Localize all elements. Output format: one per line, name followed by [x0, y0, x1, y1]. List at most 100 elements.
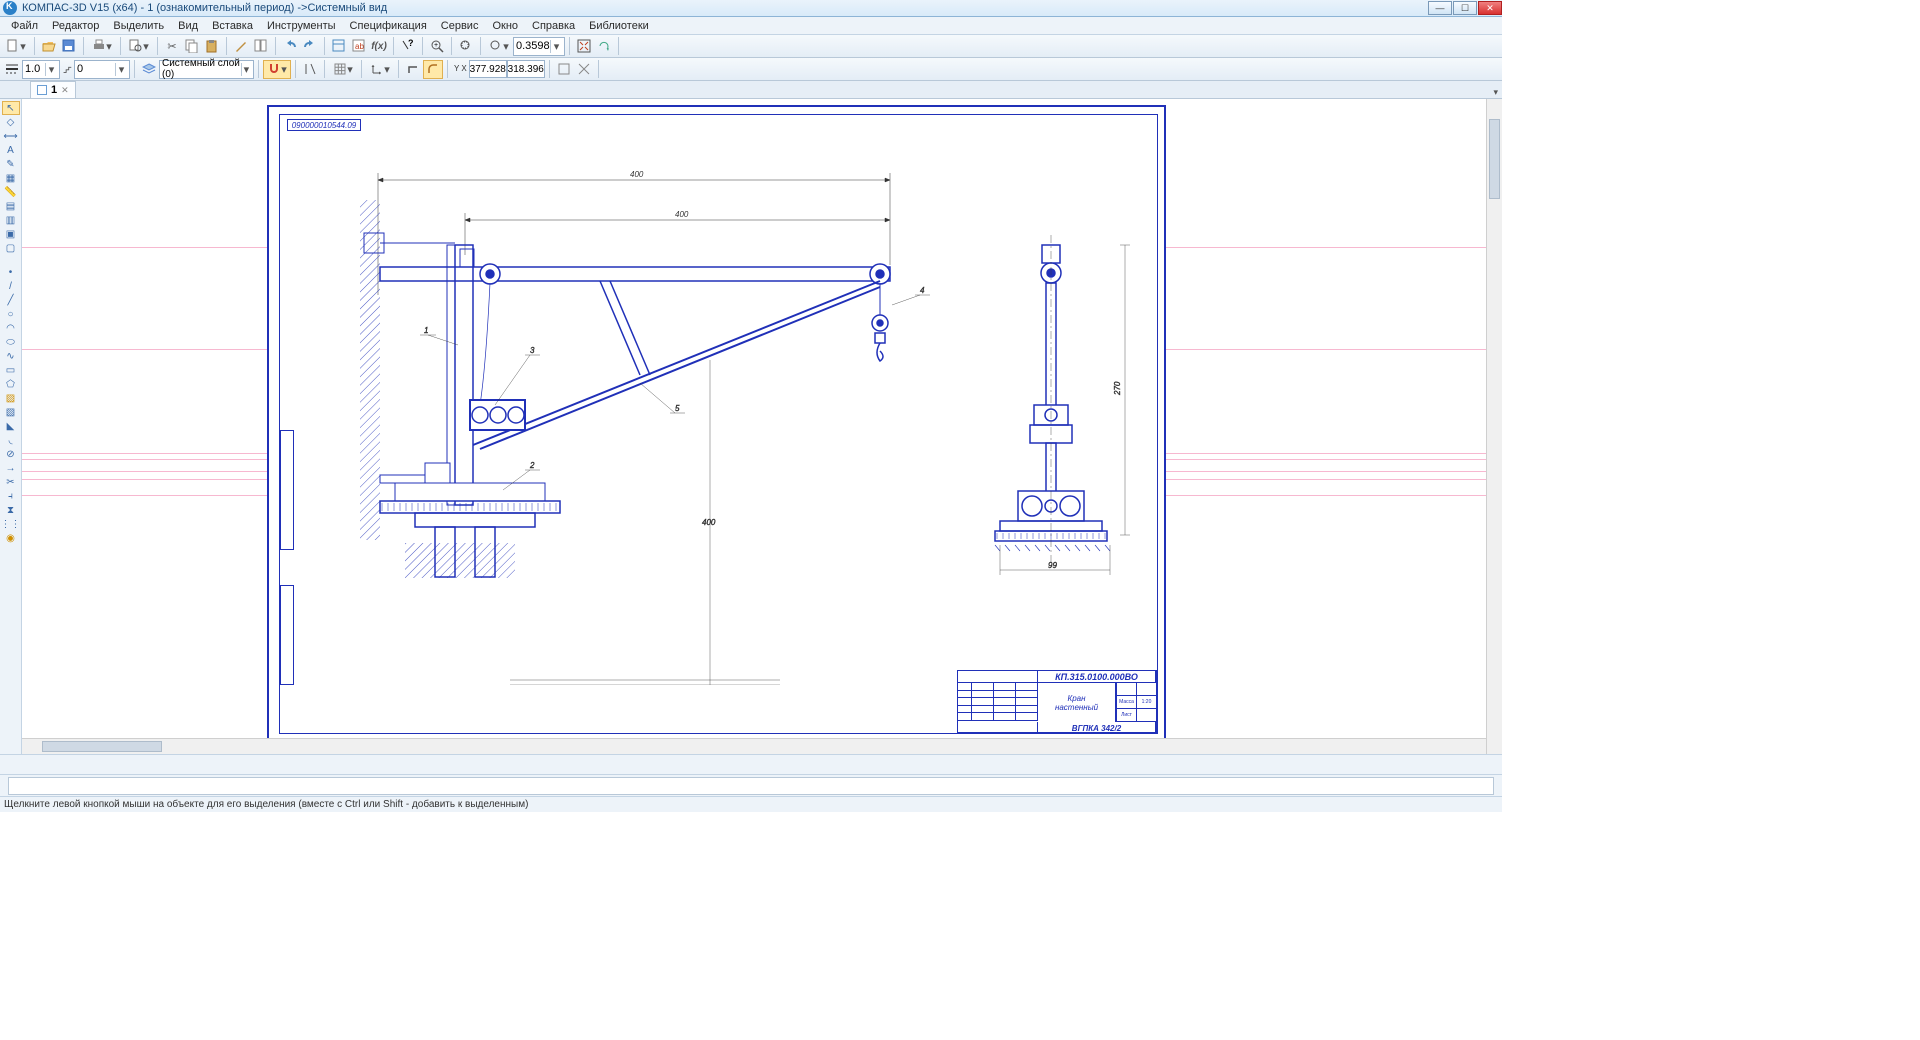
close-button[interactable]: ✕	[1478, 1, 1502, 15]
context-help-button[interactable]: ?	[398, 37, 418, 56]
print-button[interactable]: ▾	[88, 37, 116, 56]
break-tool[interactable]: ⊘	[2, 447, 20, 461]
manager-button[interactable]	[329, 37, 349, 56]
report-tool[interactable]: ▥	[2, 213, 20, 227]
views-tool[interactable]: ▢	[2, 241, 20, 255]
undo-button[interactable]	[280, 37, 300, 56]
menu-service[interactable]: Сервис	[434, 18, 486, 34]
select-tool[interactable]: ↖	[2, 101, 20, 115]
step-combo[interactable]: 0 ▾	[74, 60, 130, 79]
grid-button[interactable]: ▾	[329, 60, 357, 79]
round-button[interactable]	[423, 60, 443, 79]
geometry-tool[interactable]: ◇	[2, 115, 20, 129]
status-text: Щелкните левой кнопкой мыши на объекте д…	[4, 799, 528, 810]
scrollbar-horizontal[interactable]	[22, 738, 1486, 754]
trim-tool[interactable]: ✂	[2, 475, 20, 489]
polygon-tool[interactable]: ⬠	[2, 377, 20, 391]
menu-libraries[interactable]: Библиотеки	[582, 18, 656, 34]
hatch-tool[interactable]: ▨	[2, 391, 20, 405]
paste-button[interactable]	[202, 37, 222, 56]
tabs-expand-button[interactable]: ▾	[1493, 87, 1498, 98]
menu-view[interactable]: Вид	[171, 18, 205, 34]
copy-button[interactable]	[182, 37, 202, 56]
fillet-tool[interactable]: ◟	[2, 433, 20, 447]
arc-tool[interactable]: ◠	[2, 321, 20, 335]
circle-tool[interactable]: ○	[2, 307, 20, 321]
param-tool[interactable]: ▦	[2, 171, 20, 185]
layer-manager-button[interactable]	[139, 60, 159, 79]
menu-spec[interactable]: Спецификация	[343, 18, 434, 34]
step-button[interactable]	[60, 60, 74, 79]
tool-a-button[interactable]	[554, 60, 574, 79]
drawing-sheet: 090000010544.09 400	[267, 105, 1166, 743]
zoom-combo[interactable]: 0.3598 ▾	[513, 37, 565, 56]
line2-tool[interactable]: ╱	[2, 293, 20, 307]
fx-button[interactable]: f(x)	[369, 37, 389, 56]
dimension-tool[interactable]: ⟷	[2, 129, 20, 143]
variables-button[interactable]: ab	[349, 37, 369, 56]
point-tool[interactable]: •	[2, 265, 20, 279]
minimize-button[interactable]: —	[1428, 1, 1452, 15]
mirror-tool[interactable]: ⧗	[2, 503, 20, 517]
extend-tool[interactable]: →	[2, 461, 20, 475]
rect-tool[interactable]: ▭	[2, 363, 20, 377]
linewidth-combo[interactable]: 1.0 ▾	[22, 60, 60, 79]
scrollbar-thumb[interactable]	[1489, 119, 1500, 199]
sheet-frame: 090000010544.09 400	[279, 114, 1158, 734]
maximize-button[interactable]: ☐	[1453, 1, 1477, 15]
coord-x[interactable]: 377.928	[469, 60, 507, 78]
svg-text:400: 400	[675, 210, 689, 219]
new-button[interactable]: ▾	[2, 37, 30, 56]
fill-tool[interactable]: ▧	[2, 405, 20, 419]
snap-button[interactable]: ▾	[263, 60, 291, 79]
menu-tools[interactable]: Инструменты	[260, 18, 343, 34]
zoom-scale-button[interactable]: ▾	[485, 37, 513, 56]
offset-tool[interactable]: ⫞	[2, 489, 20, 503]
ellipse-tool[interactable]: ⬭	[2, 335, 20, 349]
zoom-window-button[interactable]	[456, 37, 476, 56]
measure-tool[interactable]: 📏	[2, 185, 20, 199]
zoom-fit-button[interactable]	[574, 37, 594, 56]
open-button[interactable]	[39, 37, 59, 56]
layer-combo[interactable]: Системный слой (0) ▾	[159, 60, 254, 79]
crane-drawing-svg: 400 400	[320, 145, 1140, 685]
scrollbar-thumb[interactable]	[42, 741, 162, 752]
style-button[interactable]	[2, 60, 22, 79]
drawing-canvas[interactable]: 090000010544.09 400	[22, 99, 1486, 738]
menu-editor[interactable]: Редактор	[45, 18, 106, 34]
tool-b-button[interactable]	[574, 60, 594, 79]
proj-tool[interactable]: ◉	[2, 531, 20, 545]
svg-text:400: 400	[702, 518, 716, 527]
command-input[interactable]	[8, 777, 1494, 795]
cut-button[interactable]: ✂	[162, 37, 182, 56]
spline-tool[interactable]: ∿	[2, 349, 20, 363]
para-perp-button[interactable]	[300, 60, 320, 79]
edit-tool[interactable]: ✎	[2, 157, 20, 171]
svg-text:270: 270	[1113, 381, 1122, 396]
menu-file[interactable]: Файл	[4, 18, 45, 34]
lcs-button[interactable]: ▾	[366, 60, 394, 79]
scrollbar-vertical[interactable]	[1486, 99, 1502, 754]
save-button[interactable]	[59, 37, 79, 56]
ortho-button[interactable]	[403, 60, 423, 79]
array-tool[interactable]: ⋮⋮	[2, 517, 20, 531]
coord-y[interactable]: 318.396	[507, 60, 545, 78]
line-tool[interactable]: /	[2, 279, 20, 293]
close-tab-icon[interactable]: ✕	[61, 85, 69, 96]
refresh-button[interactable]	[594, 37, 614, 56]
preview-button[interactable]: ▾	[125, 37, 153, 56]
zoom-in-button[interactable]: +	[427, 37, 447, 56]
binding-strip	[280, 430, 294, 550]
document-tab-1[interactable]: 1 ✕	[30, 81, 76, 98]
menu-window[interactable]: Окно	[485, 18, 525, 34]
chamfer-tool[interactable]: ◣	[2, 419, 20, 433]
spec-tool[interactable]: ▤	[2, 199, 20, 213]
text-tool[interactable]: A	[2, 143, 20, 157]
brush-button[interactable]	[231, 37, 251, 56]
menu-insert[interactable]: Вставка	[205, 18, 260, 34]
properties-button[interactable]	[251, 37, 271, 56]
insert-tool[interactable]: ▣	[2, 227, 20, 241]
menu-help[interactable]: Справка	[525, 18, 582, 34]
menu-select[interactable]: Выделить	[106, 18, 171, 34]
redo-button[interactable]	[300, 37, 320, 56]
